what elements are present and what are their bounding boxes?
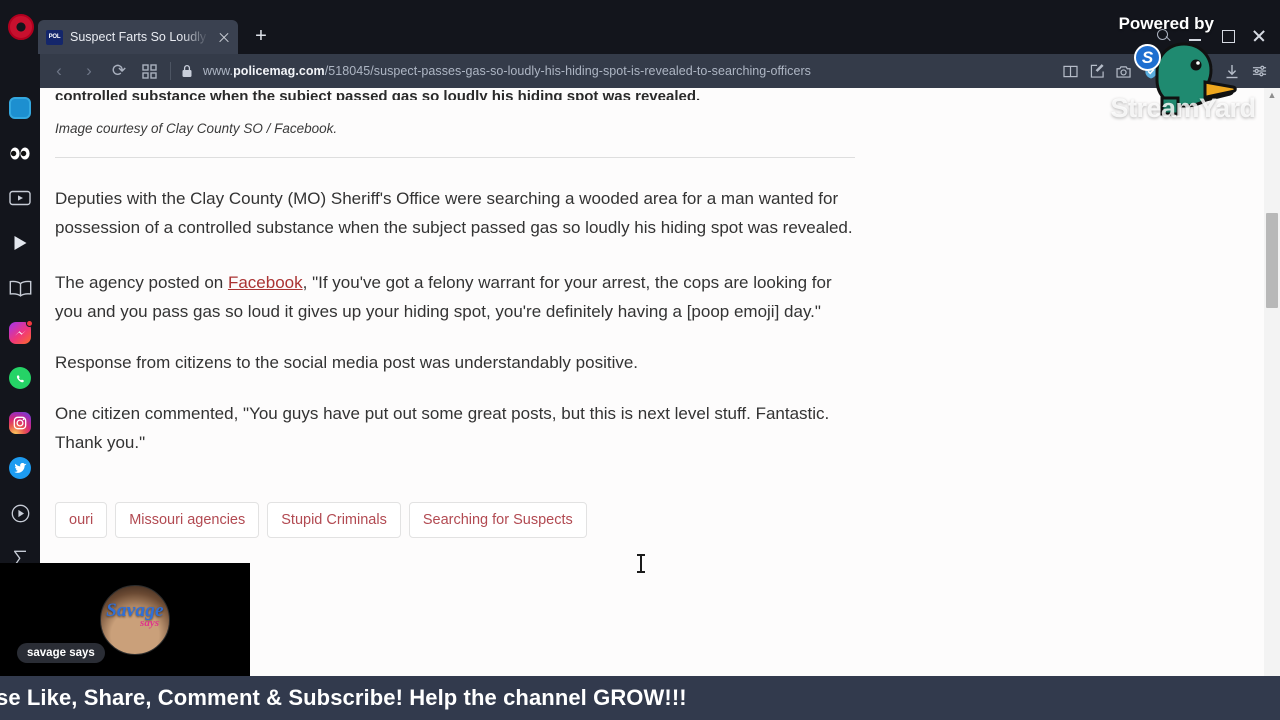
sidebar-item-instagram[interactable] <box>8 411 32 435</box>
close-icon[interactable] <box>216 29 232 45</box>
speaker-name-badge: savage says <box>17 643 105 663</box>
sidebar-item-twitter[interactable] <box>8 456 32 480</box>
close-icon[interactable] <box>1244 22 1274 48</box>
opera-logo-icon[interactable] <box>8 14 34 40</box>
image-caption: Image courtesy of Clay County SO / Faceb… <box>55 121 338 136</box>
edit-snapshot-icon[interactable] <box>1084 58 1110 84</box>
address-bar: ‹ › ⟳ www.policemag.com/518045/suspect-p… <box>38 54 1280 88</box>
settings-sliders-icon[interactable] <box>1246 58 1272 84</box>
send-icon[interactable] <box>1165 58 1191 84</box>
reload-button[interactable]: ⟳ <box>104 57 134 85</box>
text-cursor <box>637 554 645 573</box>
sidebar-item-whatsapp[interactable] <box>8 366 32 390</box>
article-tags: ouri Missouri agencies Stupid Criminals … <box>55 502 855 538</box>
article-paragraph-2: The agency posted on Facebook, "If you'v… <box>55 268 855 326</box>
facebook-link[interactable]: Facebook <box>228 273 303 292</box>
back-button[interactable]: ‹ <box>44 57 74 85</box>
maximize-icon[interactable] <box>1212 22 1242 48</box>
shield-check-icon[interactable] <box>1138 58 1164 84</box>
browser-window: POL Suspect Farts So Loudly Hi + ‹ › ⟳ w… <box>0 0 1280 720</box>
tab-grid-button[interactable] <box>134 57 164 85</box>
policemag-favicon: POL <box>46 29 63 45</box>
reader-mode-icon[interactable] <box>1057 58 1083 84</box>
webcam-overlay: Savage says savage says <box>0 563 250 676</box>
tag-stupid-criminals[interactable]: Stupid Criminals <box>267 502 401 538</box>
article-paragraph-1: Deputies with the Clay County (MO) Sheri… <box>55 189 853 237</box>
tag-searching-for-suspects[interactable]: Searching for Suspects <box>408 502 587 538</box>
sidebar-item-play[interactable] <box>8 231 32 255</box>
browser-tab[interactable]: POL Suspect Farts So Loudly Hi <box>38 20 238 54</box>
divider <box>170 62 171 80</box>
paragraph-2-text-before: The agency posted on <box>55 273 228 292</box>
tag-missouri[interactable]: ouri <box>55 502 108 538</box>
tab-strip: POL Suspect Farts So Loudly Hi + <box>38 20 1140 54</box>
article-paragraph-3: Response from citizens to the social med… <box>55 353 639 372</box>
tab-title: Suspect Farts So Loudly Hi <box>70 30 209 44</box>
sidebar-item-workspace[interactable] <box>8 96 32 120</box>
search-icon[interactable] <box>1148 22 1178 48</box>
browser-tools <box>1057 58 1274 84</box>
sidebar-item-book[interactable] <box>8 276 32 300</box>
scroll-up-icon[interactable]: ▲ <box>1264 90 1280 100</box>
download-icon[interactable] <box>1219 58 1245 84</box>
url-prefix: www. <box>203 64 234 78</box>
sidebar-item-media-player[interactable] <box>8 501 32 525</box>
title-bar: POL Suspect Farts So Loudly Hi + <box>0 0 1280 54</box>
sidebar-item-messenger[interactable] <box>8 320 33 345</box>
camera-icon[interactable] <box>1111 58 1137 84</box>
sidebar-item-video-player[interactable] <box>8 186 32 210</box>
article-paragraph-4: One citizen commented, "You guys have pu… <box>55 404 830 452</box>
heart-icon[interactable] <box>1192 58 1218 84</box>
lock-icon[interactable] <box>177 64 197 78</box>
page-scrollbar[interactable]: ▲ <box>1264 88 1280 720</box>
article-heading-cutoff: controlled substance when the subject pa… <box>55 88 701 100</box>
new-tab-button[interactable]: + <box>250 26 272 48</box>
ticker-text: se Like, Share, Comment & Subscribe! Hel… <box>0 685 687 710</box>
url-path: /518045/suspect-passes-gas-so-loudly-his… <box>324 64 811 78</box>
divider <box>55 157 855 158</box>
url-domain: policemag.com <box>233 64 325 78</box>
url-text[interactable]: www.policemag.com/518045/suspect-passes-… <box>197 64 1057 78</box>
sidebar-item-eyes[interactable] <box>8 141 32 165</box>
minimize-icon[interactable] <box>1180 22 1210 48</box>
article-body: controlled substance when the subject pa… <box>40 88 855 538</box>
forward-button[interactable]: › <box>74 57 104 85</box>
lower-third-ticker: se Like, Share, Comment & Subscribe! Hel… <box>0 676 1280 720</box>
avatar: Savage says <box>100 585 170 655</box>
scrollbar-thumb[interactable] <box>1266 213 1278 308</box>
avatar-logo-subtext: says <box>140 617 159 629</box>
window-controls <box>1148 22 1274 48</box>
tag-missouri-agencies[interactable]: Missouri agencies <box>115 502 260 538</box>
